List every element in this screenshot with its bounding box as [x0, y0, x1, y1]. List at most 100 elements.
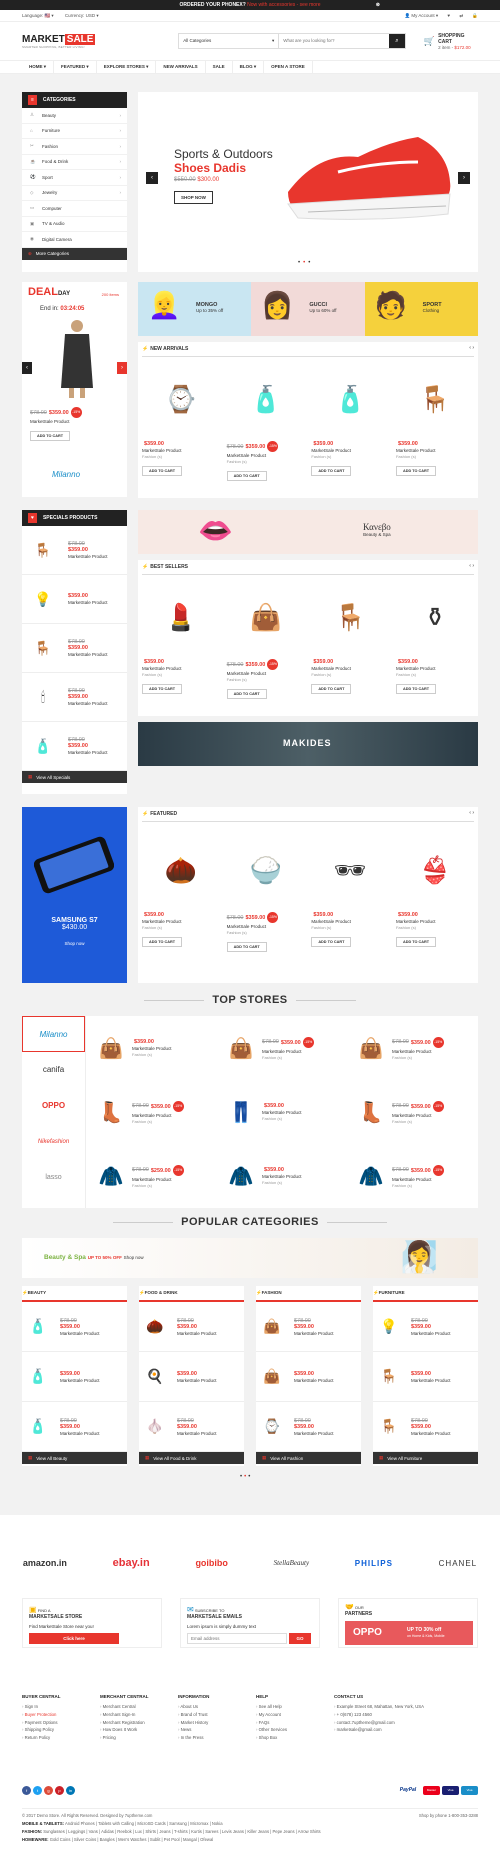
sidebar-item-tv-audio[interactable]: ▣ TV & Audio — [22, 217, 127, 232]
wishlist-icon[interactable]: ♥ — [447, 13, 450, 18]
milanno-logo[interactable]: Milanno — [52, 470, 80, 479]
currency-select[interactable]: Currency: USD ▾ — [65, 13, 99, 18]
brand-ebay[interactable]: ebay.in — [113, 1557, 150, 1569]
store-tab-nikefashion[interactable]: Nikefashion — [22, 1124, 85, 1160]
footer-link[interactable]: Shop Box — [256, 1735, 334, 1740]
beauty-spa-banner[interactable]: Beauty & Spa UP TO 50% OFF Shop now 🧖‍♀️ — [22, 1238, 478, 1278]
list-item[interactable]: 👜 $359.00 MarketSale Product — [256, 1352, 361, 1402]
product-card[interactable]: 🪑 $359.00 MarketSale Product Fashion (s) ADD… — [311, 583, 389, 699]
product-name[interactable]: MarketSale Product — [30, 419, 82, 424]
product-card[interactable]: 💄 $359.00 MarketSale Product Fashion (s) ADD… — [142, 583, 220, 699]
list-item[interactable]: 🍳 $359.00 MarketSale Product — [139, 1352, 244, 1402]
lock-icon[interactable]: 🔒 — [472, 13, 478, 18]
linkedin-icon[interactable]: in — [66, 1786, 75, 1795]
search-button[interactable]: ⌕ — [388, 34, 405, 48]
close-icon[interactable]: ⊗ — [376, 0, 380, 10]
store-product[interactable]: 👖 $359.00 MarketSale Product Fashion (s) — [220, 1080, 343, 1144]
add-to-cart-button[interactable]: ADD TO CART — [30, 431, 71, 441]
product-card[interactable]: 🪑 $359.00 MarketSale Product Fashion (s) ADD… — [395, 365, 474, 481]
footer-link[interactable]: News — [178, 1727, 256, 1732]
view-all-button[interactable]: ▦ View All Fashion — [256, 1452, 361, 1464]
view-all-button[interactable]: ▦ View All Beauty — [22, 1452, 127, 1464]
product-card[interactable]: ⚱ $359.00 MarketSale Product Fashion (s) ADD… — [395, 583, 474, 699]
shop-now-button[interactable]: SHOP NOW — [174, 191, 213, 204]
footer-link[interactable]: Brand of Trust — [178, 1712, 256, 1717]
footer-link[interactable]: About Us — [178, 1704, 256, 1709]
footer-link[interactable]: My Account — [256, 1712, 334, 1717]
logo[interactable]: MARKET SALE SMARTER SHOPPING, BETTER LIVI… — [22, 33, 138, 49]
brand-chanel[interactable]: CHANEL — [439, 1559, 477, 1568]
view-all-button[interactable]: ▦ View All Furniture — [373, 1452, 478, 1464]
store-product[interactable]: 👢 $78.00 $359.00 -15% MarketSale Product Fash… — [90, 1080, 213, 1144]
add-to-cart-button[interactable]: ADD TO CART — [142, 684, 183, 694]
footer-link[interactable]: FAQs — [256, 1720, 334, 1725]
oppo-banner[interactable]: OPPO UP TO 30% off on Home & Kids, Mobil… — [345, 1621, 473, 1645]
nav-explore-stores[interactable]: EXPLORE STORES ▾ — [97, 61, 157, 73]
store-tab-lasso[interactable]: lasso — [22, 1160, 85, 1196]
list-item[interactable]: 🧴 $359.00 MarketSale Product — [22, 1352, 127, 1402]
sidebar-item-computer[interactable]: ▭ Computer — [22, 201, 127, 217]
footer-link[interactable]: In the Press — [178, 1735, 256, 1740]
footer-link[interactable]: Shipping Policy — [22, 1727, 100, 1732]
list-item[interactable]: 🪑 $359.00 MarketSale Product — [373, 1352, 478, 1402]
my-account-link[interactable]: 👤 My Account ▾ — [405, 13, 439, 18]
add-to-cart-button[interactable]: ADD TO CART — [142, 466, 183, 476]
product-card[interactable]: 🌰 $359.00 MarketSale Product Fashion (s) ADD… — [142, 836, 220, 952]
footer-link[interactable]: Merchant Sign-In — [100, 1712, 178, 1717]
makides-banner[interactable]: MAKIDES — [138, 722, 478, 766]
sidebar-item-fashion[interactable]: ✂ Fashion › — [22, 139, 127, 155]
add-to-cart-button[interactable]: ADD TO CART — [311, 466, 352, 476]
list-item[interactable]: 💡 $359.00 MarketSale Product — [22, 575, 127, 624]
brand-goibibo[interactable]: goibibo — [195, 1558, 228, 1568]
subscribe-button[interactable]: GO — [289, 1633, 311, 1644]
footer-link[interactable]: Merchant Registration — [100, 1720, 178, 1725]
store-product[interactable]: 👜 $78.00 $359.00 -15% MarketSale Product Fash… — [350, 1016, 473, 1080]
list-item[interactable]: 🧴 $78.00 $359.00 MarketSale Product — [22, 1302, 127, 1352]
google-icon[interactable]: g — [44, 1786, 53, 1795]
add-to-cart-button[interactable]: ADD TO CART — [226, 942, 267, 952]
sidebar-item-furniture[interactable]: ⌂ Furniture › — [22, 124, 127, 139]
list-item[interactable]: 🧴 $78.00 $359.00 MarketSale Product — [22, 722, 127, 771]
slider-prev-button[interactable]: ‹ — [146, 172, 158, 184]
footer-link[interactable]: Other Services — [256, 1727, 334, 1732]
list-item[interactable]: 🧴 $78.00 $359.00 MarketSale Product — [22, 1402, 127, 1452]
shop-now-link[interactable]: Shop now — [124, 1255, 144, 1260]
kanebo-banner[interactable]: 👄 Κανεβο Beauty & Spa — [138, 510, 478, 554]
footer-category-links[interactable]: FASHION: Sunglasses | Leggings | Vans | … — [22, 1828, 478, 1836]
footer-link[interactable]: How Does It Work — [100, 1727, 178, 1732]
list-item[interactable]: 🪑 $78.00 $359.00 MarketSale Product — [373, 1402, 478, 1452]
nav-blog[interactable]: BLOG ▾ — [233, 61, 265, 73]
add-to-cart-button[interactable]: ADD TO CART — [311, 684, 352, 694]
product-card[interactable]: 🧴 $359.00 MarketSale Product Fashion (s) ADD… — [311, 365, 389, 481]
add-to-cart-button[interactable]: ADD TO CART — [226, 471, 267, 481]
sidebar-item-beauty[interactable]: ♙ Beauty › — [22, 108, 127, 124]
list-item[interactable]: 🌰 $78.00 $359.00 MarketSale Product — [139, 1302, 244, 1352]
product-card[interactable]: 🕶 $359.00 MarketSale Product Fashion (s) ADD… — [311, 836, 389, 952]
sidebar-item-sport[interactable]: ⚽ Sport › — [22, 170, 127, 186]
view-all-button[interactable]: ▦ View All Food & Drink — [139, 1452, 244, 1464]
search-input[interactable] — [279, 34, 389, 48]
view-all-specials-button[interactable]: ▦ View All Specials — [22, 771, 127, 783]
footer-link[interactable]: Sign In — [22, 1704, 100, 1709]
footer-link[interactable]: See all Help — [256, 1704, 334, 1709]
category-select[interactable]: All Categories — [179, 34, 280, 48]
twitter-icon[interactable]: t — [33, 1786, 42, 1795]
store-tab-oppo[interactable]: OPPO — [22, 1088, 85, 1124]
facebook-icon[interactable]: f — [22, 1786, 31, 1795]
store-tab-milanno[interactable]: Milanno — [22, 1016, 85, 1052]
arrow-nav-icon[interactable]: ‹ › — [469, 810, 474, 816]
product-card[interactable]: 🧴 $78.00 $359.00 -15% MarketSale Product Fash… — [226, 365, 305, 481]
samsung-banner[interactable]: SAMSUNG S7 $430.00 Shop now — [22, 807, 127, 983]
store-product[interactable]: 🧥 $78.00 $359.00 -15% MarketSale Product Fash… — [350, 1144, 473, 1208]
list-item[interactable]: 🧄 $78.00 $359.00 MarketSale Product — [139, 1402, 244, 1452]
footer-link[interactable]: Payment Options — [22, 1720, 100, 1725]
footer-link[interactable]: Buyer Protection — [22, 1712, 100, 1717]
promo-banner-gucci[interactable]: 👩 GUCCI Up to 60% off — [251, 282, 365, 336]
list-item[interactable]: 🪑 $78.00 $359.00 MarketSale Product — [22, 526, 127, 575]
nav-new-arrivals[interactable]: NEW ARRIVALS — [156, 61, 206, 73]
brand-stella[interactable]: StellaBeauty — [274, 1559, 309, 1567]
brand-amazon[interactable]: amazon.in — [23, 1558, 67, 1568]
promo-banner-mongo[interactable]: 👱‍♀️ MONGO Up to 35% off — [138, 282, 252, 336]
add-to-cart-button[interactable]: ADD TO CART — [395, 684, 437, 694]
more-categories-button[interactable]: ⊕ More Categories — [22, 247, 127, 260]
